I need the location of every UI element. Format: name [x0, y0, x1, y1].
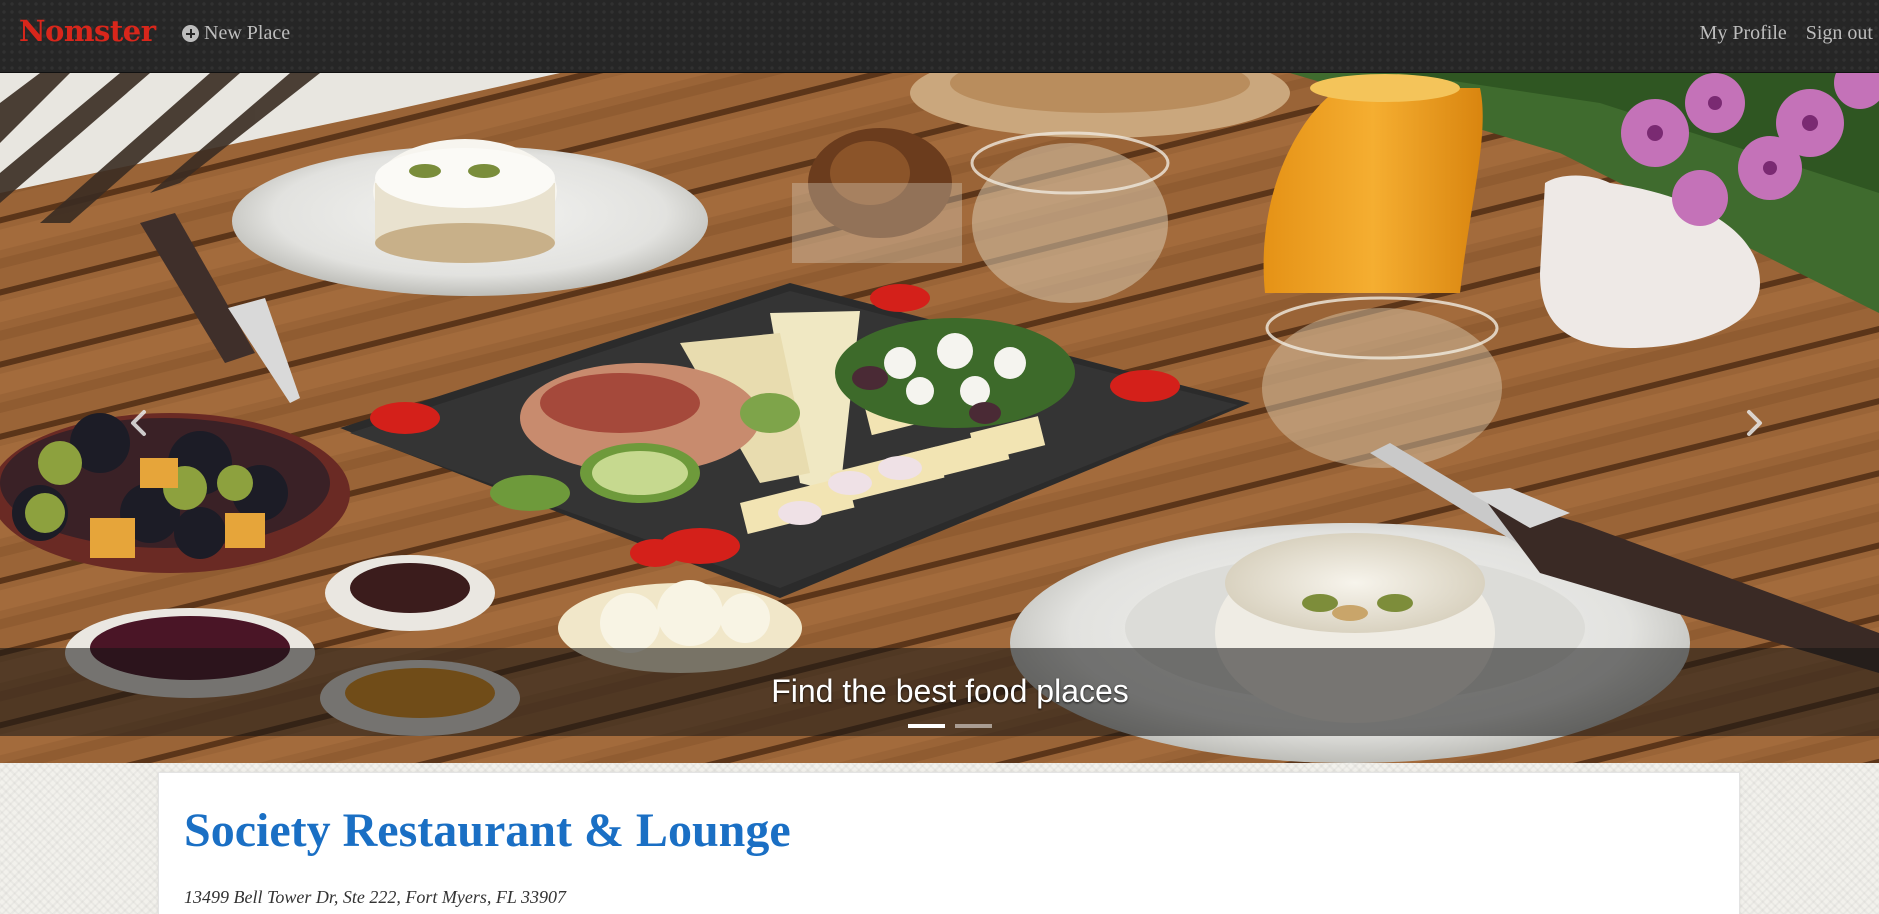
carousel-prev-button[interactable] — [118, 403, 158, 443]
carousel-indicator-1[interactable] — [908, 724, 945, 728]
navbar: Nomster New Place My Profile Sign out — [0, 0, 1879, 73]
new-place-link[interactable]: New Place — [182, 22, 290, 45]
place-title: Society Restaurant & Lounge — [184, 804, 791, 857]
carousel-indicator-2[interactable] — [955, 724, 992, 728]
hero-carousel: Find the best food places — [0, 73, 1879, 763]
nav-user-links: My Profile Sign out — [1700, 22, 1873, 45]
new-place-label: New Place — [204, 22, 291, 44]
carousel-indicators — [908, 724, 992, 728]
place-address: 13499 Bell Tower Dr, Ste 222, Fort Myers… — [184, 887, 567, 907]
my-profile-link[interactable]: My Profile — [1700, 22, 1787, 45]
plus-circle-icon — [182, 25, 199, 42]
place-card: Society Restaurant & Lounge 13499 Bell T… — [158, 772, 1740, 914]
carousel-caption: Find the best food places — [771, 673, 1129, 709]
sign-out-link[interactable]: Sign out — [1806, 22, 1873, 45]
chevron-left-icon — [131, 410, 146, 436]
brand-logo[interactable]: Nomster — [19, 14, 156, 48]
chevron-right-icon — [1747, 410, 1762, 436]
carousel-next-button[interactable] — [1735, 403, 1775, 443]
